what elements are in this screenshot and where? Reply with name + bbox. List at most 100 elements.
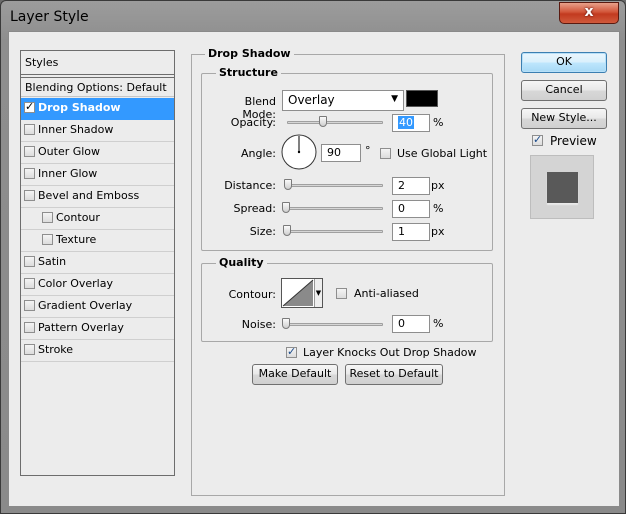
make-default-button[interactable]: Make Default — [252, 364, 338, 385]
preview-thumbnail — [530, 155, 594, 219]
anti-aliased-label[interactable]: Anti-aliased — [354, 287, 419, 300]
style-item-inner-glow[interactable]: Inner Glow — [21, 164, 174, 186]
blend-mode-select[interactable]: Overlay ▼ — [282, 90, 404, 111]
layer-style-dialog: Layer Style x Styles Blending Options: D… — [0, 0, 626, 514]
reset-to-default-button[interactable]: Reset to Default — [345, 364, 443, 385]
style-item-outer-glow[interactable]: Outer Glow — [21, 142, 174, 164]
style-item-pattern-overlay[interactable]: Pattern Overlay — [21, 318, 174, 340]
style-item-satin[interactable]: Satin — [21, 252, 174, 274]
distance-value: 2 — [398, 179, 405, 192]
layer-knocks-out-checkbox[interactable] — [286, 345, 297, 358]
layer-knocks-out-label[interactable]: Layer Knocks Out Drop Shadow — [303, 346, 477, 359]
angle-dial-icon[interactable] — [280, 133, 318, 171]
angle-unit: ° — [365, 144, 371, 157]
size-slider-track[interactable] — [287, 230, 383, 233]
style-item-checkbox[interactable] — [24, 100, 35, 113]
styles-list-panel: Styles Blending Options: Default Drop Sh… — [20, 50, 175, 476]
style-item-checkbox[interactable] — [24, 278, 35, 289]
blending-options-item[interactable]: Blending Options: Default — [21, 77, 174, 97]
spread-input[interactable]: 0 — [392, 200, 430, 218]
contour-dropdown-icon: ▼ — [314, 279, 322, 307]
style-item-checkbox[interactable] — [24, 190, 35, 201]
style-item-inner-shadow[interactable]: Inner Shadow — [21, 120, 174, 142]
angle-label: Angle: — [240, 147, 276, 160]
noise-slider-track[interactable] — [287, 323, 383, 326]
spread-label: Spread: — [233, 202, 276, 215]
style-item-label: Pattern Overlay — [38, 321, 124, 334]
style-item-label: Outer Glow — [38, 145, 101, 158]
preview-checkbox[interactable] — [532, 133, 543, 146]
opacity-value: 40 — [398, 116, 414, 129]
noise-label: Noise: — [241, 318, 276, 331]
style-item-checkbox[interactable] — [24, 322, 35, 333]
style-item-stroke[interactable]: Stroke — [21, 340, 174, 362]
style-item-label: Inner Shadow — [38, 123, 114, 136]
cancel-button[interactable]: Cancel — [521, 80, 607, 101]
dialog-client-area: Styles Blending Options: Default Drop Sh… — [8, 31, 620, 507]
contour-label: Contour: — [228, 288, 276, 301]
style-item-color-overlay[interactable]: Color Overlay — [21, 274, 174, 296]
opacity-label: Opacity: — [230, 116, 276, 129]
ok-button[interactable]: OK — [521, 52, 607, 73]
drop-shadow-title: Drop Shadow — [205, 47, 294, 60]
contour-picker[interactable]: ▼ — [281, 278, 323, 308]
style-item-checkbox[interactable] — [42, 234, 53, 245]
style-item-label: Color Overlay — [38, 277, 113, 290]
noise-input[interactable]: 0 — [392, 315, 430, 333]
size-input[interactable]: 1 — [392, 223, 430, 241]
distance-unit: px — [431, 179, 445, 192]
opacity-slider-track[interactable] — [287, 121, 383, 124]
structure-title: Structure — [216, 66, 281, 79]
style-item-checkbox[interactable] — [24, 300, 35, 311]
opacity-unit: % — [433, 116, 444, 129]
style-item-label: Satin — [38, 255, 67, 268]
preview-label[interactable]: Preview — [550, 134, 597, 148]
use-global-light-label[interactable]: Use Global Light — [397, 147, 487, 160]
spread-slider-track[interactable] — [287, 207, 383, 210]
angle-value: 90 — [327, 146, 341, 159]
use-global-light-checkbox[interactable] — [380, 148, 391, 159]
distance-slider-track[interactable] — [287, 184, 383, 187]
style-item-checkbox[interactable] — [24, 124, 35, 135]
opacity-input[interactable]: 40 — [392, 114, 430, 132]
contour-curve-icon — [282, 279, 314, 307]
preview-square — [547, 172, 578, 203]
style-item-label: Stroke — [38, 343, 74, 356]
style-item-label: Texture — [56, 233, 97, 246]
style-item-checkbox[interactable] — [24, 256, 35, 267]
style-item-gradient-overlay[interactable]: Gradient Overlay — [21, 296, 174, 318]
new-style-button[interactable]: New Style... — [521, 108, 607, 129]
style-item-contour[interactable]: Contour — [21, 208, 174, 230]
spread-value: 0 — [398, 202, 405, 215]
spread-unit: % — [433, 202, 444, 215]
distance-input[interactable]: 2 — [392, 177, 430, 195]
shadow-color-swatch[interactable] — [406, 90, 438, 107]
style-item-label: Bevel and Emboss — [38, 189, 140, 202]
noise-slider-thumb[interactable] — [282, 318, 290, 329]
style-item-label: Drop Shadow — [38, 101, 121, 114]
style-item-texture[interactable]: Texture — [21, 230, 174, 252]
opacity-slider-thumb[interactable] — [319, 116, 327, 127]
size-label: Size: — [249, 225, 276, 238]
style-item-checkbox[interactable] — [42, 212, 53, 223]
anti-aliased-checkbox[interactable] — [336, 288, 347, 299]
style-item-checkbox[interactable] — [24, 168, 35, 179]
distance-label: Distance: — [224, 179, 276, 192]
quality-title: Quality — [216, 256, 267, 269]
styles-header[interactable]: Styles — [21, 51, 174, 75]
style-item-checkbox[interactable] — [24, 344, 35, 355]
dropdown-arrow-icon: ▼ — [391, 94, 398, 104]
size-value: 1 — [398, 225, 405, 238]
angle-input[interactable]: 90 — [321, 144, 361, 162]
window-title: Layer Style — [10, 9, 89, 25]
close-button[interactable]: x — [559, 2, 619, 24]
close-icon: x — [584, 4, 594, 20]
distance-slider-thumb[interactable] — [284, 179, 292, 190]
style-item-drop-shadow[interactable]: Drop Shadow — [21, 98, 174, 120]
style-item-checkbox[interactable] — [24, 146, 35, 157]
spread-slider-thumb[interactable] — [282, 202, 290, 213]
size-slider-thumb[interactable] — [283, 225, 291, 236]
noise-value: 0 — [398, 317, 405, 330]
style-item-bevel-and-emboss[interactable]: Bevel and Emboss — [21, 186, 174, 208]
style-item-label: Inner Glow — [38, 167, 98, 180]
